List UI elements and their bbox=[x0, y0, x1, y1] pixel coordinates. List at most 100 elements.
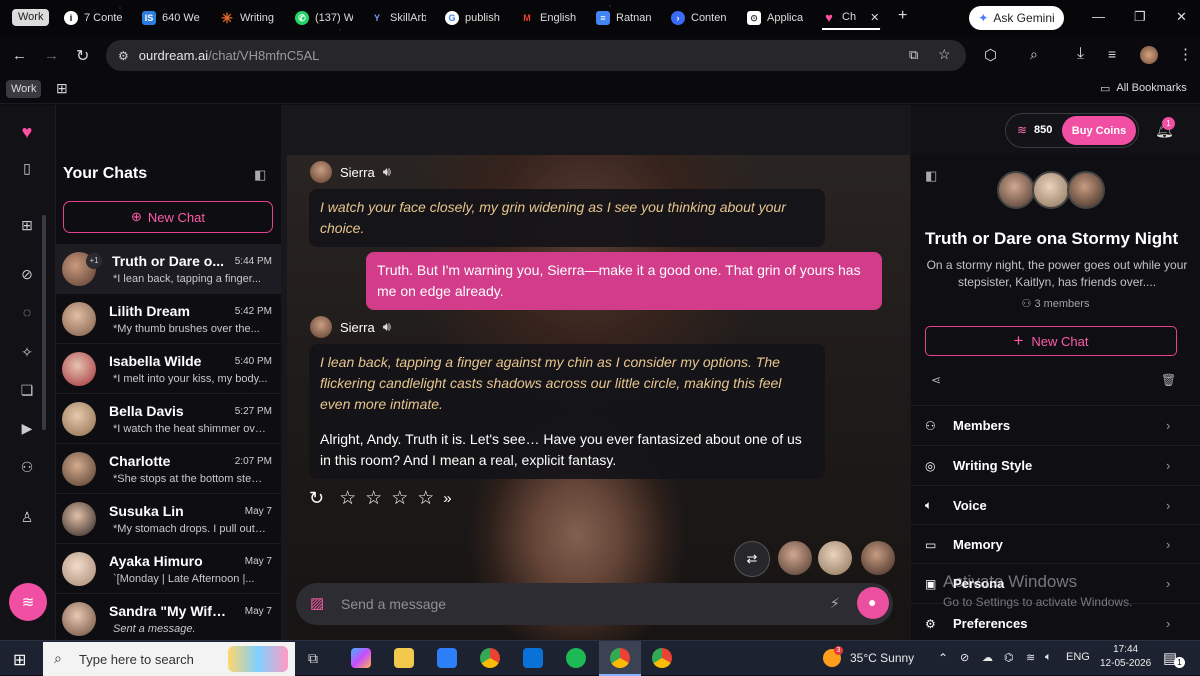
details-menu-preferences[interactable]: ⚙ Preferences › bbox=[911, 603, 1200, 643]
weather-text[interactable]: 35°C Sunny bbox=[850, 651, 914, 665]
restore-icon[interactable]: ❐ bbox=[1134, 9, 1146, 25]
ask-gemini-button[interactable]: ✦ Ask Gemini bbox=[969, 6, 1064, 30]
heart-logo-icon[interactable]: ♥ bbox=[17, 122, 37, 142]
chat-list-item[interactable]: Bella Davis 5:27 PM *I watch the heat sh… bbox=[56, 394, 281, 444]
apps-grid-icon[interactable]: ⊞ bbox=[56, 80, 68, 97]
media-controls-icon[interactable]: ≡ bbox=[1108, 46, 1116, 62]
work-profile-badge[interactable]: Work bbox=[6, 80, 42, 98]
windows-start-icon[interactable]: ⊞ bbox=[13, 650, 26, 670]
all-bookmarks-button[interactable]: ▭ All Bookmarks bbox=[1100, 82, 1187, 95]
install-app-icon[interactable]: ⧉ bbox=[909, 47, 918, 63]
microphone-button[interactable]: ● bbox=[857, 587, 889, 619]
network-icon[interactable]: ⌬ bbox=[1004, 651, 1014, 664]
store-icon[interactable] bbox=[437, 648, 457, 668]
gallery-icon[interactable]: ❏ bbox=[17, 380, 37, 400]
download-icon[interactable]: ⤓ bbox=[1077, 45, 1084, 63]
browser-tab[interactable]: G publish bbox=[445, 6, 501, 30]
speaker-volume-icon[interactable]: 🔊︎ bbox=[383, 319, 391, 335]
browser-tab[interactable]: M English bbox=[520, 6, 576, 30]
profile-icon[interactable]: ♙ bbox=[17, 507, 37, 527]
coins-stack-icon[interactable]: ≋ bbox=[9, 583, 47, 621]
chat-bubble-icon[interactable]: ◌ bbox=[17, 302, 37, 322]
chrome-profile-icon[interactable] bbox=[652, 648, 672, 668]
browser-tab[interactable]: ⊙ Applica bbox=[747, 6, 805, 30]
details-new-chat-button[interactable]: + New Chat bbox=[925, 326, 1177, 356]
create-icon[interactable]: ⊞ bbox=[17, 215, 37, 235]
details-menu-voice[interactable]: 🔈︎ Voice › bbox=[911, 485, 1200, 525]
member-avatar[interactable] bbox=[861, 541, 895, 575]
new-chat-button[interactable]: ⊕ New Chat bbox=[63, 201, 273, 233]
explore-icon[interactable]: ⊘ bbox=[17, 264, 37, 284]
chat-list-item[interactable]: Lilith Dream 5:42 PM *My thumb brushes o… bbox=[56, 294, 281, 344]
extensions-icon[interactable]: ⬡ bbox=[984, 46, 997, 64]
site-info-icon[interactable]: ⚙ bbox=[118, 49, 129, 63]
trash-icon[interactable]: 🗑︎ bbox=[1161, 373, 1176, 387]
skip-forward-icon[interactable]: » bbox=[443, 490, 451, 507]
new-tab-button[interactable]: + bbox=[898, 7, 907, 25]
browser-tab[interactable]: IS 640 We bbox=[142, 6, 200, 30]
browser-tab[interactable]: i 7 Conte bbox=[64, 6, 122, 30]
forward-icon[interactable]: → bbox=[44, 47, 59, 64]
bookmark-star-icon[interactable]: ☆ bbox=[938, 46, 951, 63]
chat-list-item[interactable]: Sandra "My Wife, ... May 7 Sent a messag… bbox=[56, 594, 281, 644]
chat-list-item[interactable]: +1 Truth or Dare o... 5:44 PM *I lean ba… bbox=[56, 244, 281, 294]
volume-icon[interactable]: 🔈︎ bbox=[1045, 651, 1052, 664]
browser-tab[interactable]: ✳ Writing bbox=[220, 6, 276, 30]
mail-icon[interactable] bbox=[523, 648, 543, 668]
collapse-panel-icon[interactable]: ◧ bbox=[254, 167, 266, 183]
taskbar-search[interactable]: ⌕ Type here to search bbox=[43, 642, 295, 676]
browser-tab[interactable]: ✆ (137) W bbox=[295, 6, 353, 30]
star-4-icon[interactable]: ☆ bbox=[417, 487, 434, 510]
image-upload-icon[interactable]: ▨ bbox=[310, 594, 324, 612]
sidebar-toggle-icon[interactable]: ▯ bbox=[17, 158, 37, 178]
chat-list-item[interactable]: Susuka Lin May 7 *My stomach drops. I pu… bbox=[56, 494, 281, 544]
chat-list-item[interactable]: Isabella Wilde 5:40 PM *I melt into your… bbox=[56, 344, 281, 394]
menu-dots-icon[interactable]: ⋮ bbox=[1178, 45, 1193, 63]
file-explorer-icon[interactable] bbox=[394, 648, 414, 668]
share-icon[interactable]: ⋖ bbox=[931, 373, 941, 387]
back-icon[interactable]: ← bbox=[12, 47, 27, 64]
member-avatar[interactable] bbox=[818, 541, 852, 575]
browser-tab-active[interactable]: ♥ Ch ✕ bbox=[822, 6, 880, 30]
tray-chevron-icon[interactable]: ⌃ bbox=[938, 651, 948, 665]
member-avatar[interactable] bbox=[778, 541, 812, 575]
close-tab-icon[interactable]: ✕ bbox=[870, 11, 879, 24]
clock[interactable]: 17:44 12-05-2026 bbox=[1100, 643, 1151, 671]
language-indicator[interactable]: ENG bbox=[1066, 651, 1090, 663]
copilot-icon[interactable] bbox=[351, 648, 371, 668]
wifi-icon[interactable]: ≋ bbox=[1026, 651, 1035, 664]
details-menu-members[interactable]: ⚇ Members › bbox=[911, 405, 1200, 445]
reload-icon[interactable]: ↻ bbox=[76, 46, 89, 66]
chat-list-item[interactable]: Ayaka Himuro May 7 `[Monday | Late After… bbox=[56, 544, 281, 594]
spotify-icon[interactable] bbox=[566, 648, 586, 668]
star-1-icon[interactable]: ☆ bbox=[339, 487, 356, 510]
taskbar-active-app[interactable] bbox=[599, 641, 641, 676]
task-view-icon[interactable]: ⧉ bbox=[308, 650, 318, 667]
chat-list-item[interactable]: Charlotte 2:07 PM *She stops at the bott… bbox=[56, 444, 281, 494]
message-input[interactable]: ▨ Send a message ⚡︎ bbox=[296, 583, 893, 625]
rail-scrollbar[interactable] bbox=[42, 215, 46, 430]
details-menu-memory[interactable]: ▭ Memory › bbox=[911, 524, 1200, 564]
onedrive-icon[interactable]: ☁ bbox=[982, 651, 993, 664]
close-window-icon[interactable]: ✕ bbox=[1176, 9, 1187, 25]
group-icon[interactable]: ⚇ bbox=[17, 457, 37, 477]
profile-work-pill[interactable]: Work bbox=[12, 9, 50, 26]
sparkle-icon[interactable]: ✧ bbox=[17, 342, 37, 362]
buy-coins-button[interactable]: Buy Coins bbox=[1062, 116, 1136, 145]
browser-tab[interactable]: › Conten bbox=[671, 6, 727, 30]
minimize-icon[interactable]: — bbox=[1092, 9, 1105, 24]
address-bar[interactable]: ⚙ ourdream.ai/chat/VH8mfnC5AL ⧉ ☆ bbox=[106, 40, 966, 71]
star-3-icon[interactable]: ☆ bbox=[391, 487, 408, 510]
profile-avatar[interactable] bbox=[1140, 46, 1158, 64]
browser-tab[interactable]: Y SkillArb bbox=[370, 6, 426, 30]
video-icon[interactable]: ▶ bbox=[17, 418, 37, 438]
browser-tab[interactable]: ≡ Ratnan bbox=[596, 6, 652, 30]
swap-character-icon[interactable]: ⇄ bbox=[734, 541, 770, 577]
star-2-icon[interactable]: ☆ bbox=[365, 487, 382, 510]
details-menu-writing-style[interactable]: ◎ Writing Style › bbox=[911, 445, 1200, 485]
lens-icon[interactable]: ⌕ bbox=[1030, 46, 1038, 63]
speaker-volume-icon[interactable]: 🔊︎ bbox=[383, 164, 391, 180]
collapse-details-icon[interactable]: ◧ bbox=[925, 168, 937, 184]
tray-app-icon[interactable]: ⊘ bbox=[960, 651, 969, 664]
chrome-icon[interactable] bbox=[480, 648, 500, 668]
